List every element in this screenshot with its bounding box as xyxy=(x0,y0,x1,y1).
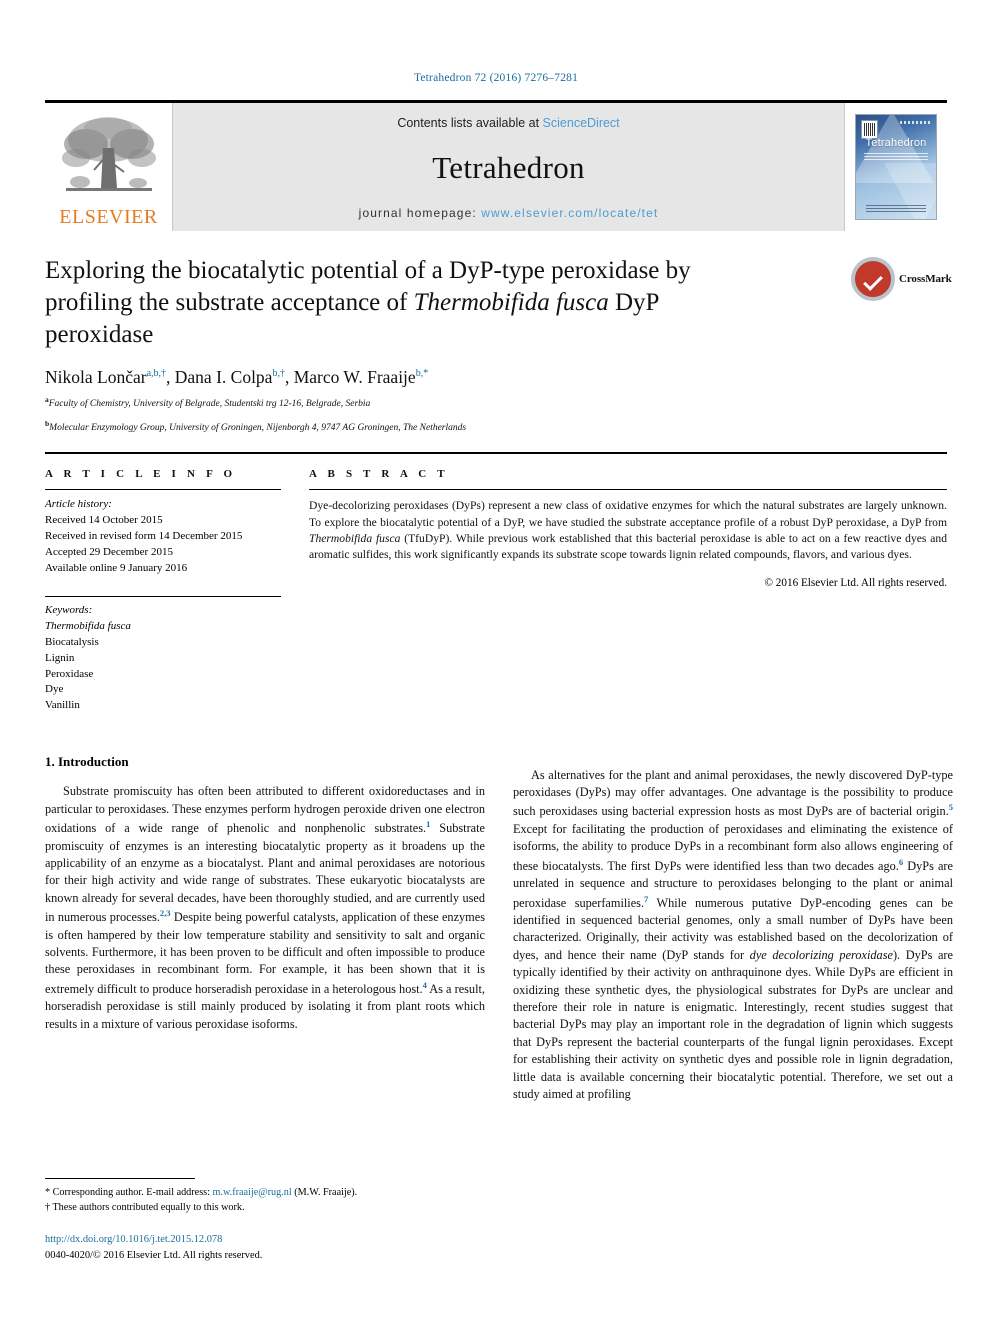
cover-subtitle-lines xyxy=(864,153,928,161)
cover-journal-title: Tetrahedron xyxy=(865,137,927,149)
author-list: Nikola Lončara,b,†, Dana I. Colpab,†, Ma… xyxy=(45,367,429,388)
paragraph-right-1: As alternatives for the plant and animal… xyxy=(513,767,953,1104)
history-item: Received in revised form 14 December 201… xyxy=(45,529,243,542)
keyword-item: Peroxidase xyxy=(45,667,94,680)
corresponding-author-email-link[interactable]: m.w.fraaije@rug.nl xyxy=(213,1187,292,1198)
affiliation-a-text: Faculty of Chemistry, University of Belg… xyxy=(48,399,371,410)
title-species-name: Thermobifida fusca xyxy=(413,288,609,316)
page-footer: http://dx.doi.org/10.1016/j.tet.2015.12.… xyxy=(45,1232,585,1263)
elsevier-logo: ELSEVIER xyxy=(45,103,173,231)
keyword-item: Vanillin xyxy=(45,699,80,712)
section-heading-introduction: 1. Introduction xyxy=(45,754,129,770)
abstract-species-name: Thermobifida fusca xyxy=(309,532,401,545)
journal-cover-thumbnail: Tetrahedron xyxy=(844,103,947,231)
article-info-heading: A R T I C L E I N F O xyxy=(45,468,237,481)
para-seg: As alternatives for the plant and animal… xyxy=(513,767,953,819)
history-item: Available online 9 January 2016 xyxy=(45,561,188,574)
running-head: Tetrahedron 72 (2016) 7276–7281 xyxy=(413,72,579,84)
abstract-heading: A B S T R A C T xyxy=(309,468,449,481)
abstract-column: A B S T R A C T Dye-decolorizing peroxid… xyxy=(309,468,947,714)
para-italic-term: dye decolorizing peroxidase xyxy=(749,947,893,962)
cover-image: Tetrahedron xyxy=(855,114,937,220)
cover-top-rule xyxy=(900,121,930,124)
keyword-item: Thermobifida fusca xyxy=(45,619,131,632)
para-seg: ). DyPs are typically identified by thei… xyxy=(513,947,953,1101)
elsevier-wordmark: ELSEVIER xyxy=(59,206,158,228)
abstract-rule xyxy=(309,489,947,491)
footnotes: * Corresponding author. E-mail address: … xyxy=(45,1178,485,1216)
footnote-rule xyxy=(45,1178,195,1179)
crossmark-icon xyxy=(851,257,895,301)
homepage-prefix: journal homepage: xyxy=(358,206,482,220)
article-history-label: Article history: xyxy=(45,498,112,511)
para-seg: Except for facilitating the production o… xyxy=(513,821,953,873)
keyword-item: Lignin xyxy=(45,651,75,664)
history-item: Accepted 29 December 2015 xyxy=(45,545,173,558)
affiliation-b: bMolecular Enzymology Group, University … xyxy=(45,419,947,436)
para-seg: Substrate promiscuity of enzymes is an i… xyxy=(45,821,486,925)
issn-copyright-line: 0040-4020/© 2016 Elsevier Ltd. All right… xyxy=(45,1249,263,1261)
crossmark-badge[interactable]: CrossMark xyxy=(851,253,952,305)
crossmark-label: CrossMark xyxy=(899,273,952,285)
abstract-copyright: © 2016 Elsevier Ltd. All rights reserved… xyxy=(764,576,948,589)
abstract-segment-2: (TfuDyP). While previous work establishe… xyxy=(309,532,947,562)
footnote-equal-contribution: † These authors contributed equally to t… xyxy=(45,1202,245,1214)
footnote-corresponding-author: * Corresponding author. E-mail address: … xyxy=(45,1185,485,1200)
citation-ref[interactable]: 5 xyxy=(949,802,953,812)
keyword-item: Dye xyxy=(45,683,64,696)
article-history: Article history: Received 14 October 201… xyxy=(45,497,281,577)
sciencedirect-link[interactable]: ScienceDirect xyxy=(543,116,620,130)
masthead-center: Contents lists available at ScienceDirec… xyxy=(173,103,844,231)
contents-available-line: Contents lists available at ScienceDirec… xyxy=(397,116,619,130)
journal-title: Tetrahedron xyxy=(432,150,585,185)
body-columns: 1. Introduction Substrate promiscuity ha… xyxy=(45,754,953,1115)
elsevier-tree-icon xyxy=(56,114,162,206)
doi-link[interactable]: http://dx.doi.org/10.1016/j.tet.2015.12.… xyxy=(45,1232,585,1248)
title-block: CrossMark Exploring the biocatalytic pot… xyxy=(45,253,952,436)
page-title: Exploring the biocatalytic potential of … xyxy=(45,255,745,350)
citation-ref[interactable]: 2,3 xyxy=(160,908,171,918)
history-item: Received 14 October 2015 xyxy=(45,514,163,527)
keywords-rule xyxy=(45,595,281,597)
journal-article-page: Tetrahedron 72 (2016) 7276–7281 ELSEVIER… xyxy=(0,0,992,1323)
cover-footer-lines xyxy=(866,205,926,212)
paragraph-left-1: Substrate promiscuity has often been att… xyxy=(45,783,485,1033)
article-info-rule xyxy=(45,489,281,491)
journal-homepage-line: journal homepage: www.elsevier.com/locat… xyxy=(359,206,659,220)
footnote-corresponding-prefix: * Corresponding author. E-mail address: xyxy=(45,1187,213,1198)
article-info-column: A R T I C L E I N F O Article history: R… xyxy=(45,468,281,714)
info-abstract-area: A R T I C L E I N F O Article history: R… xyxy=(45,454,947,714)
keywords-list: Keywords: Thermobifida fusca Biocatalysi… xyxy=(45,603,281,715)
body-column-right: As alternatives for the plant and animal… xyxy=(513,754,953,1115)
affiliation-a: aFaculty of Chemistry, University of Bel… xyxy=(45,395,947,412)
journal-homepage-link[interactable]: www.elsevier.com/locate/tet xyxy=(481,206,658,220)
abstract-segment-1: Dye-decolorizing peroxidases (DyPs) repr… xyxy=(309,499,947,529)
footnote-corresponding-suffix: (M.W. Fraaije). xyxy=(291,1187,358,1198)
abstract-text: Dye-decolorizing peroxidases (DyPs) repr… xyxy=(309,498,947,564)
keywords-label: Keywords: xyxy=(45,603,93,616)
contents-prefix: Contents lists available at xyxy=(397,116,543,130)
para-seg: Substrate promiscuity has often been att… xyxy=(45,784,485,836)
affiliation-b-text: Molecular Enzymology Group, University o… xyxy=(49,423,467,434)
keyword-item: Biocatalysis xyxy=(45,635,99,648)
journal-masthead: ELSEVIER Contents lists available at Sci… xyxy=(45,100,947,231)
body-column-left: 1. Introduction Substrate promiscuity ha… xyxy=(45,754,485,1115)
